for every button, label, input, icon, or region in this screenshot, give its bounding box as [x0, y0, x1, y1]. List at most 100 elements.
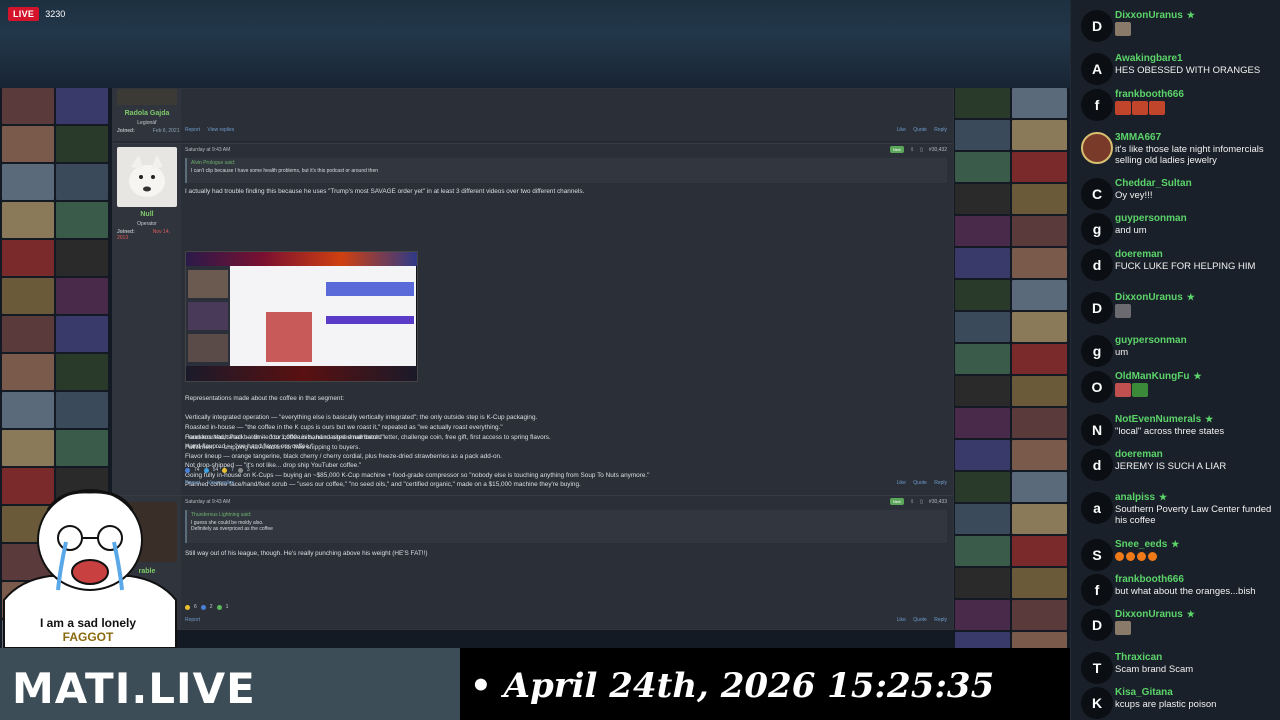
chat-avatar[interactable]: S — [1081, 539, 1113, 571]
chat-message[interactable]: C Cheddar_Sultan Oy vey!!! — [1081, 178, 1277, 214]
chat-username[interactable]: doereman — [1115, 449, 1163, 460]
chat-avatar[interactable]: f — [1081, 574, 1113, 606]
reply-button[interactable]: Reply — [934, 127, 947, 133]
chat-avatar[interactable]: N — [1081, 414, 1113, 446]
chat-username[interactable]: DixxonUranus ★ — [1115, 10, 1195, 21]
reaction-summary[interactable]: 6 2 1 — [185, 604, 228, 610]
chat-username[interactable]: frankbooth666 — [1115, 574, 1184, 585]
chat-username[interactable]: Kisa_Gitana — [1115, 687, 1173, 698]
bookmark-icon[interactable]: ▯ — [920, 499, 923, 505]
chat-text: and um — [1115, 225, 1147, 236]
quote-button[interactable]: Quote — [913, 127, 927, 133]
chat-message[interactable]: 3MMA667 it's like those late night infome… — [1081, 132, 1277, 168]
chat-avatar[interactable]: g — [1081, 213, 1113, 245]
chat-message[interactable]: K Kisa_Gitana kcups are plastic poison — [1081, 687, 1277, 720]
chat-avatar[interactable]: A — [1081, 53, 1113, 85]
chat-avatar[interactable]: d — [1081, 249, 1113, 281]
collage-tile — [955, 472, 1010, 502]
chat-avatar[interactable]: D — [1081, 10, 1113, 42]
like-button[interactable]: Like — [897, 617, 906, 623]
chat-username[interactable]: OldManKungFu ★ — [1115, 371, 1202, 382]
forum-post: Radola Gajda Legionář Joined: Feb 6, 2021… — [113, 89, 953, 141]
quote-source[interactable]: Thunderous Lightning said: — [191, 512, 943, 518]
chat-avatar[interactable]: D — [1081, 609, 1113, 641]
post-timestamp[interactable]: Saturday at 9:43 AM — [185, 147, 230, 153]
like-button[interactable]: Like — [897, 127, 906, 133]
post-user-panel: Radola Gajda Legionář Joined: Feb 6, 2021 — [113, 89, 181, 141]
chat-avatar[interactable]: f — [1081, 89, 1113, 121]
chat-message[interactable]: A Awakingbare1 HES OBESSED WITH ORANGES — [1081, 53, 1277, 89]
chat-avatar[interactable] — [1081, 132, 1113, 164]
username[interactable]: Null — [113, 211, 181, 218]
like-button[interactable]: Like — [897, 480, 906, 486]
chat-username[interactable]: frankbooth666 — [1115, 89, 1184, 100]
reply-button[interactable]: Reply — [934, 480, 947, 486]
chat-message[interactable]: d doereman JEREMY IS SUCH A LIAR — [1081, 449, 1277, 485]
chat-username[interactable]: Awakingbare1 — [1115, 53, 1183, 64]
chat-message[interactable]: g guypersonman and um — [1081, 213, 1277, 249]
chat-message[interactable]: d doereman FUCK LUKE FOR HELPING HIM — [1081, 249, 1277, 285]
chat-avatar[interactable]: C — [1081, 178, 1113, 210]
chat-message[interactable]: f frankbooth666 but what about the oranges… — [1081, 574, 1277, 610]
report-link[interactable]: Report — [185, 480, 200, 486]
post-body-line: Still way out of his league, though. He'… — [185, 550, 428, 557]
quote-button[interactable]: Quote — [913, 480, 927, 486]
collage-tile — [2, 278, 54, 314]
chat-avatar[interactable]: T — [1081, 652, 1113, 684]
chat-avatar[interactable]: g — [1081, 335, 1113, 367]
chat-username[interactable]: guypersonman — [1115, 213, 1187, 224]
chat-username[interactable]: Thraxican — [1115, 652, 1162, 663]
chat-username[interactable]: NotEvenNumerals ★ — [1115, 414, 1213, 425]
chat-message[interactable]: T Thraxican Scam brand Scam — [1081, 652, 1277, 688]
chat-username[interactable]: 3MMA667 — [1115, 132, 1161, 143]
chat-username[interactable]: DixxonUranus ★ — [1115, 609, 1195, 620]
chat-username[interactable]: analpiss ★ — [1115, 492, 1167, 503]
view-replies-link[interactable]: View replies — [207, 127, 234, 133]
chat-avatar[interactable]: D — [1081, 292, 1113, 324]
share-icon[interactable]: ⇪ — [910, 147, 914, 153]
chat-message[interactable]: D DixxonUranus ★ — [1081, 292, 1277, 328]
star-badge-icon: ★ — [1159, 492, 1168, 502]
chat-message[interactable]: D DixxonUranus ★ — [1081, 609, 1277, 645]
post-body-line: Representations made about the coffee in… — [185, 395, 345, 402]
chat-message[interactable]: D DixxonUranus ★ — [1081, 10, 1277, 46]
chat-username[interactable]: guypersonman — [1115, 335, 1187, 346]
reaction-summary[interactable]: 74 54 7 3 — [185, 467, 250, 473]
chat-message[interactable]: S Snee_eeds ★ — [1081, 539, 1277, 575]
chat-avatar[interactable]: O — [1081, 371, 1113, 403]
quote-button[interactable]: Quote — [913, 617, 927, 623]
post-timestamp[interactable]: Saturday at 9:43 AM — [185, 499, 230, 505]
chat-avatar[interactable]: a — [1081, 492, 1113, 524]
avatar[interactable] — [117, 147, 177, 207]
share-icon[interactable]: ⇪ — [910, 499, 914, 505]
chat-message[interactable]: O OldManKungFu ★ — [1081, 371, 1277, 407]
report-link[interactable]: Report — [185, 617, 200, 623]
collage-tile — [2, 316, 54, 352]
new-badge: New — [889, 146, 904, 153]
quote-source[interactable]: Alvin Prologue said: — [191, 160, 943, 166]
chat-message[interactable]: g guypersonman um — [1081, 335, 1277, 371]
chat-username[interactable]: Cheddar_Sultan — [1115, 178, 1192, 189]
chat-avatar[interactable]: d — [1081, 449, 1113, 481]
chat-username[interactable]: DixxonUranus ★ — [1115, 292, 1195, 303]
avatar[interactable] — [117, 89, 177, 105]
chat-message[interactable]: a analpiss ★ Southern Poverty Law Center fu… — [1081, 492, 1277, 528]
collage-tile — [955, 248, 1010, 278]
collage-tile — [56, 354, 108, 390]
username[interactable]: Radola Gajda — [113, 110, 181, 117]
post-number[interactable]: #30,432 — [929, 147, 947, 153]
chat-username[interactable]: doereman — [1115, 249, 1163, 260]
chat-text: HES OBESSED WITH ORANGES — [1115, 65, 1261, 76]
chat-message[interactable]: f frankbooth666 — [1081, 89, 1277, 125]
reply-button[interactable]: Reply — [934, 617, 947, 623]
collage-tile — [2, 430, 54, 466]
view-replies-link[interactable]: View replies — [207, 480, 234, 486]
chat-message[interactable]: N NotEvenNumerals ★ "local" across three st… — [1081, 414, 1277, 450]
bookmark-icon[interactable]: ▯ — [920, 147, 923, 153]
post-number[interactable]: #30,433 — [929, 499, 947, 505]
chat-username[interactable]: Snee_eeds ★ — [1115, 539, 1179, 550]
chat-avatar[interactable]: K — [1081, 687, 1113, 719]
embedded-screenshot-image[interactable] — [185, 251, 418, 382]
meme-collage-right — [955, 88, 1067, 662]
report-link[interactable]: Report — [185, 127, 200, 133]
